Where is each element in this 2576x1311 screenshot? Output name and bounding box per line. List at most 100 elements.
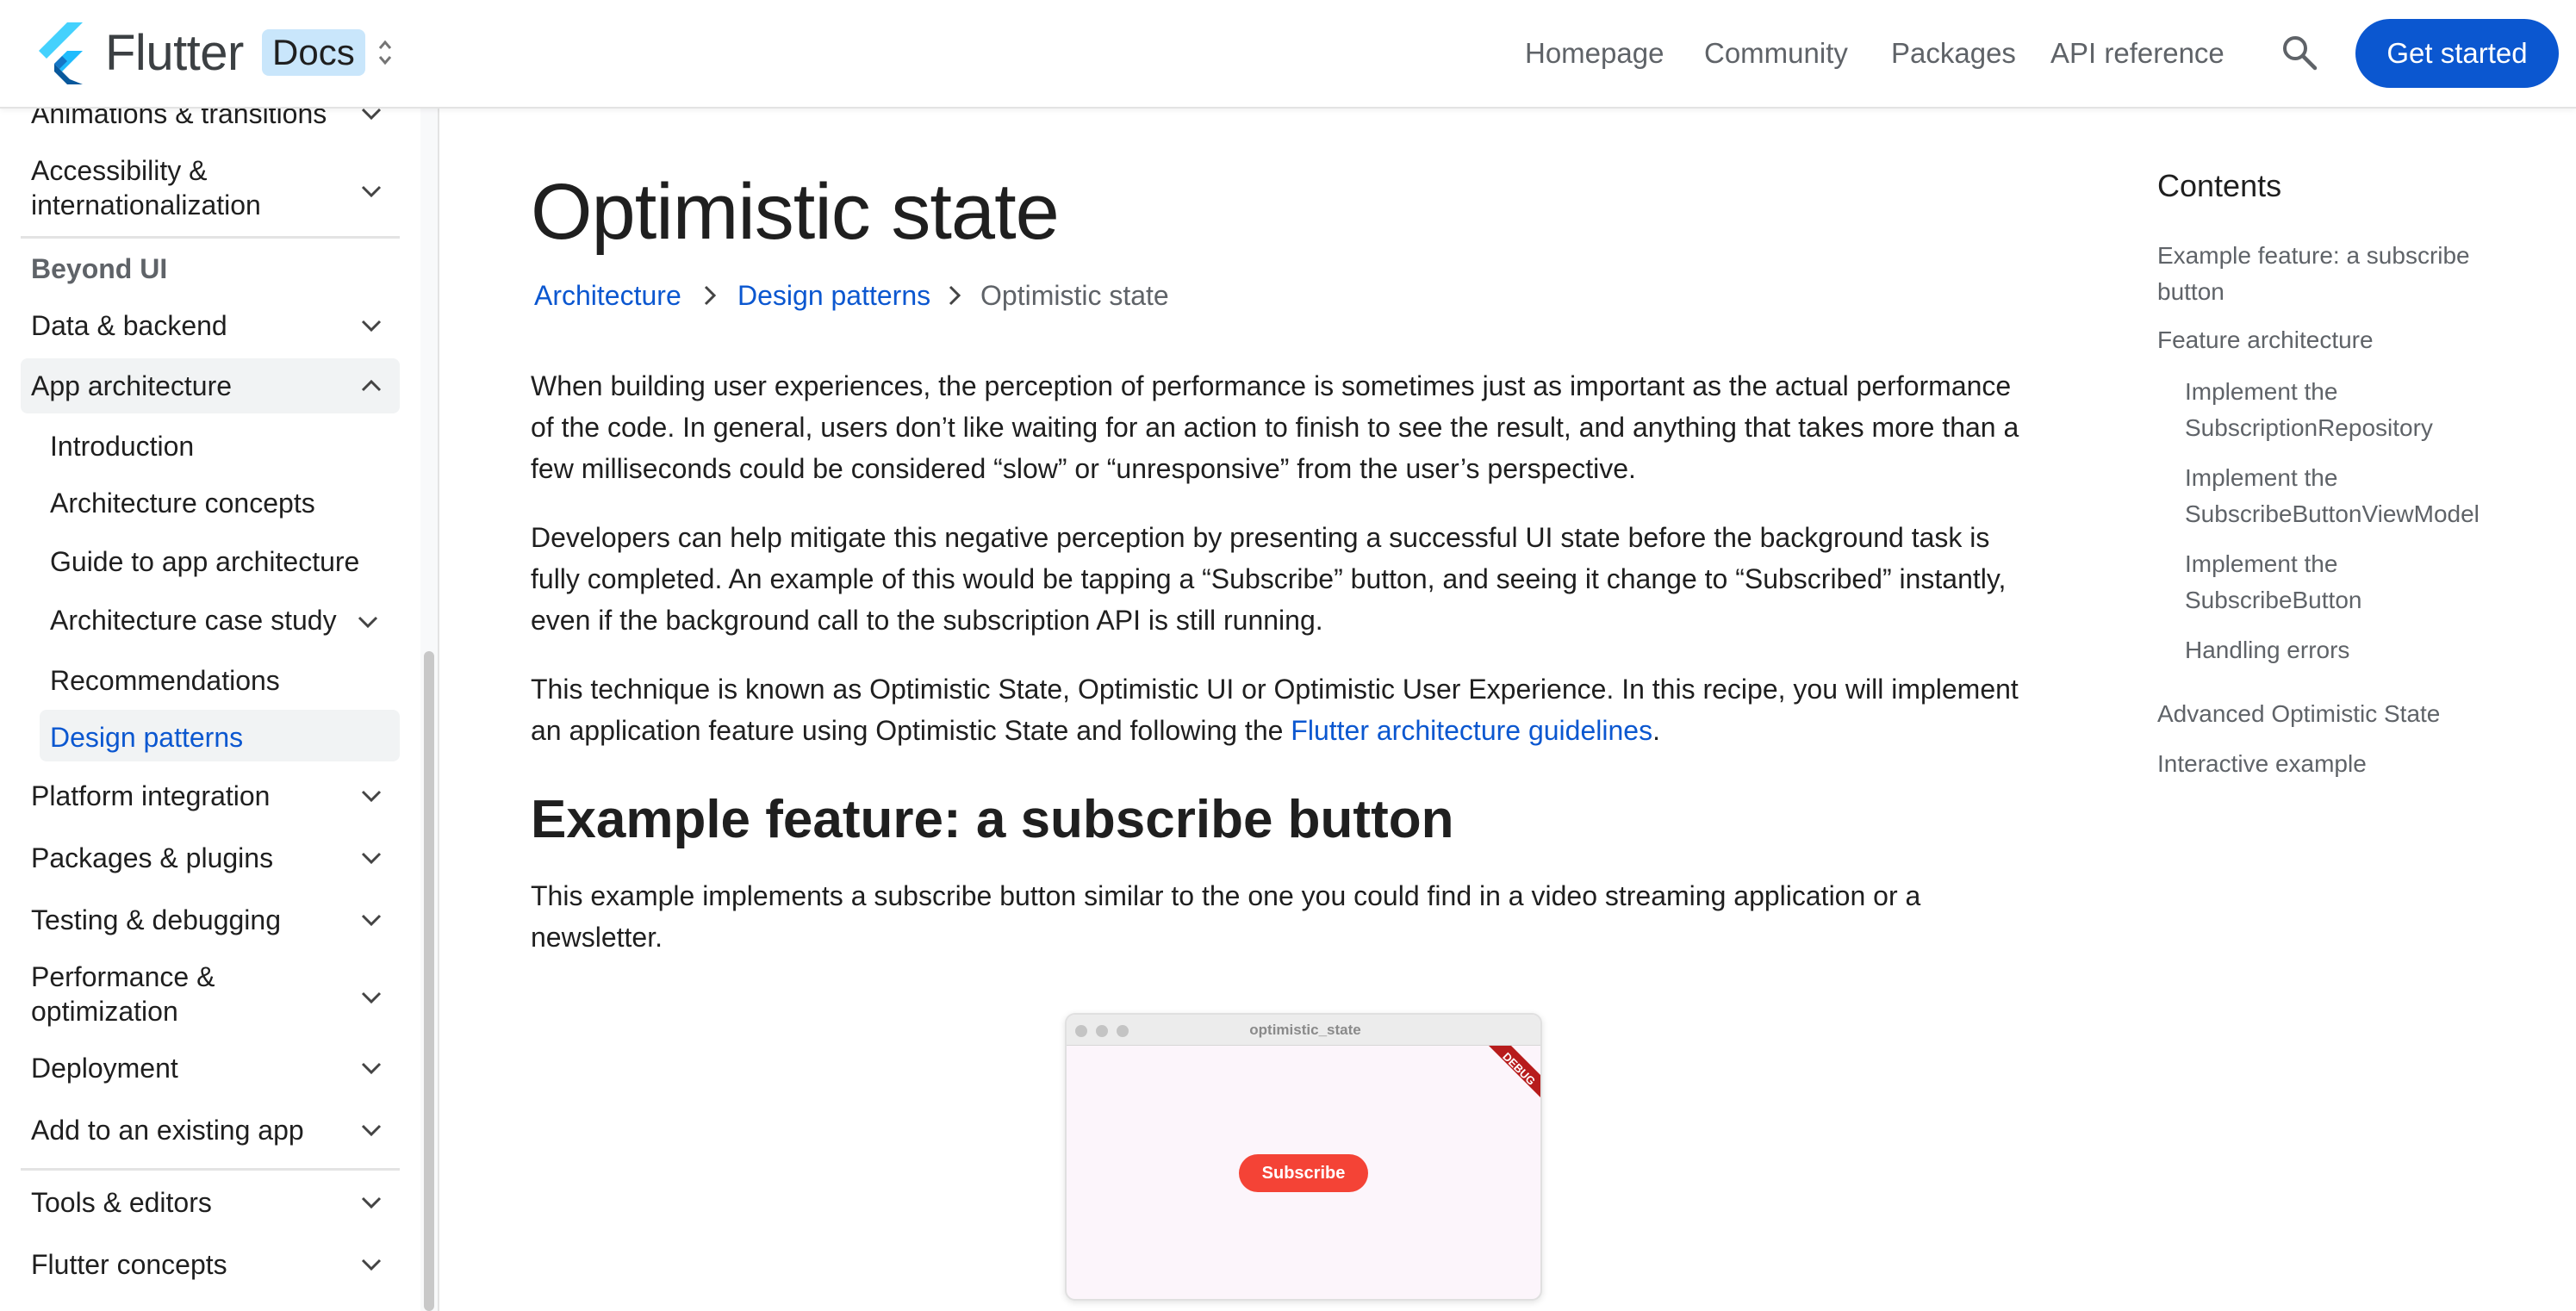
- sidebar-item-accessibility[interactable]: Accessibility & internationalization: [21, 152, 400, 231]
- sidebar-subitem-recommendations[interactable]: Recommendations: [50, 665, 280, 697]
- sidebar-subitem-introduction[interactable]: Introduction: [50, 431, 194, 463]
- chevron-down-icon: [361, 852, 382, 865]
- chevron-down-icon: [361, 1258, 382, 1271]
- demo-window-title: optimistic_state: [1249, 1022, 1361, 1038]
- toc-title: Contents: [2157, 168, 2282, 203]
- sidebar-item-label: App architecture: [31, 370, 233, 401]
- toc-item-feature-architecture[interactable]: Feature architecture: [2157, 322, 2519, 358]
- chevron-right-icon: [949, 285, 961, 306]
- sidebar-item-label: Data & backend: [31, 310, 227, 341]
- breadcrumb-architecture[interactable]: Architecture: [534, 272, 681, 319]
- breadcrumb-design-patterns[interactable]: Design patterns: [737, 272, 930, 319]
- sidebar-item-tools-editors[interactable]: Tools & editors: [21, 1177, 400, 1228]
- site-switcher-icon[interactable]: [376, 38, 395, 67]
- toc-item-subscription-repository[interactable]: Implement the SubscriptionRepository: [2185, 374, 2547, 446]
- nav-community[interactable]: Community: [1704, 33, 1848, 74]
- sidebar-section-heading: Beyond UI: [31, 253, 168, 284]
- chevron-right-icon: [704, 285, 717, 306]
- flutter-logo-icon[interactable]: [34, 22, 88, 84]
- sidebar-item-data-backend[interactable]: Data & backend: [21, 300, 400, 351]
- toc-item-line: button: [2157, 278, 2224, 305]
- architecture-guidelines-link[interactable]: Flutter architecture guidelines: [1291, 715, 1652, 746]
- sidebar-item-label: Tools & editors: [31, 1187, 212, 1218]
- sidebar-item-label: Add to an existing app: [31, 1115, 304, 1146]
- sidebar-item-performance[interactable]: Performance & optimization: [21, 956, 400, 1035]
- nav-api-reference[interactable]: API reference: [2050, 33, 2224, 74]
- paragraph-line: Developers can help mitigate this negati…: [531, 522, 1990, 553]
- sidebar-item-animations[interactable]: Animations & transitions: [21, 109, 400, 141]
- get-started-button[interactable]: Get started: [2355, 19, 2559, 88]
- paragraph-line: When building user experiences, the perc…: [531, 370, 2012, 401]
- sidebar-item-label: internationalization: [31, 190, 261, 221]
- debug-ribbon: DEBUG: [1489, 1046, 1540, 1097]
- search-icon[interactable]: [2281, 34, 2318, 71]
- paragraph-line: This example implements a subscribe butt…: [531, 880, 1921, 911]
- paragraph-line: an application feature using Optimistic …: [531, 710, 2064, 751]
- paragraph-line: newsletter.: [531, 922, 663, 953]
- chevron-down-icon: [361, 1196, 382, 1209]
- chevron-down-icon: [361, 914, 382, 927]
- chevron-down-icon[interactable]: [357, 615, 379, 629]
- sidebar-item-platform-integration[interactable]: Platform integration: [21, 770, 400, 822]
- page-title: Optimistic state: [531, 168, 1060, 256]
- sidebar-item-label: Flutter concepts: [31, 1249, 227, 1280]
- chevron-up-icon: [361, 379, 382, 392]
- sidebar-item-testing-debugging[interactable]: Testing & debugging: [21, 894, 400, 946]
- sidebar-subitem-case-study[interactable]: Architecture case study: [50, 605, 337, 637]
- nav-packages[interactable]: Packages: [1891, 33, 2016, 74]
- toc-item-line: SubscribeButton: [2185, 587, 2362, 613]
- chevron-down-icon: [361, 109, 382, 121]
- example-paragraph: This example implements a subscribe butt…: [531, 875, 2064, 958]
- intro-paragraph-3: This technique is known as Optimistic St…: [531, 668, 2064, 751]
- demo-window-titlebar: optimistic_state: [1067, 1015, 1540, 1046]
- sidebar-divider: [21, 1168, 400, 1171]
- chevron-down-icon: [361, 1124, 382, 1137]
- docs-badge[interactable]: Docs: [262, 29, 365, 76]
- sidebar-subitem-architecture-concepts[interactable]: Architecture concepts: [50, 488, 315, 519]
- toc-item-line: Implement the: [2185, 378, 2338, 405]
- paragraph-line: even if the background call to the subsc…: [531, 605, 1323, 636]
- sidebar-item-label: Platform integration: [31, 780, 271, 811]
- sidebar-divider: [21, 236, 400, 239]
- toc-item-interactive-example[interactable]: Interactive example: [2157, 746, 2519, 782]
- sidebar-item-flutter-concepts[interactable]: Flutter concepts: [21, 1239, 400, 1290]
- toc-item-line: Implement the: [2185, 464, 2338, 491]
- section-heading-example-feature: Example feature: a subscribe button: [531, 790, 1454, 849]
- nav-homepage[interactable]: Homepage: [1525, 33, 1664, 74]
- chevron-down-icon: [361, 320, 382, 332]
- paragraph-line: This technique is known as Optimistic St…: [531, 674, 2019, 705]
- toc-item-subscribe-button[interactable]: Implement the SubscribeButton: [2185, 546, 2547, 618]
- toc-item-line: SubscriptionRepository: [2185, 414, 2433, 441]
- top-header: Flutter Docs Homepage Community Packages…: [0, 0, 2576, 109]
- chevron-down-icon: [361, 1062, 382, 1075]
- sidebar-item-label: Testing & debugging: [31, 904, 281, 935]
- toc-item-handling-errors[interactable]: Handling errors: [2185, 632, 2547, 668]
- sidebar-item-add-existing[interactable]: Add to an existing app: [21, 1104, 400, 1156]
- sidebar-item-label: optimization: [31, 996, 178, 1027]
- toc-item-line: SubscribeButtonViewModel: [2185, 500, 2480, 527]
- toc-item-advanced[interactable]: Advanced Optimistic State: [2157, 696, 2519, 732]
- sidebar: Animations & transitions Accessibility &…: [0, 109, 439, 1311]
- sidebar-item-deployment[interactable]: Deployment: [21, 1042, 400, 1094]
- breadcrumb-current: Optimistic state: [980, 280, 1169, 311]
- toc-item-viewmodel[interactable]: Implement the SubscribeButtonViewModel: [2185, 460, 2547, 532]
- chevron-down-icon: [361, 991, 382, 1004]
- sidebar-subitem-guide[interactable]: Guide to app architecture: [50, 546, 359, 578]
- chevron-down-icon: [361, 185, 382, 198]
- sidebar-item-label: Packages & plugins: [31, 842, 274, 873]
- toc-item-example-feature[interactable]: Example feature: a subscribe button: [2157, 238, 2519, 310]
- intro-paragraph-2: Developers can help mitigate this negati…: [531, 517, 2064, 641]
- paragraph-line: few milliseconds could be considered “sl…: [531, 453, 1636, 484]
- paragraph-text: an application feature using Optimistic …: [531, 715, 1291, 746]
- brand-name[interactable]: Flutter: [105, 22, 244, 84]
- intro-paragraph-1: When building user experiences, the perc…: [531, 365, 2064, 489]
- sidebar-scrollbar-thumb[interactable]: [424, 651, 434, 1311]
- demo-subscribe-button[interactable]: Subscribe: [1239, 1154, 1368, 1192]
- sidebar-subitem-design-patterns[interactable]: Design patterns: [50, 722, 243, 754]
- demo-app-window: optimistic_state DEBUG Subscribe: [1065, 1013, 1542, 1301]
- sidebar-item-app-architecture[interactable]: App architecture: [21, 358, 400, 413]
- paragraph-line: of the code. In general, users don’t lik…: [531, 412, 2019, 443]
- sidebar-item-label: Animations & transitions: [31, 109, 327, 129]
- sidebar-item-label: Performance &: [31, 961, 215, 992]
- sidebar-item-packages-plugins[interactable]: Packages & plugins: [21, 832, 400, 884]
